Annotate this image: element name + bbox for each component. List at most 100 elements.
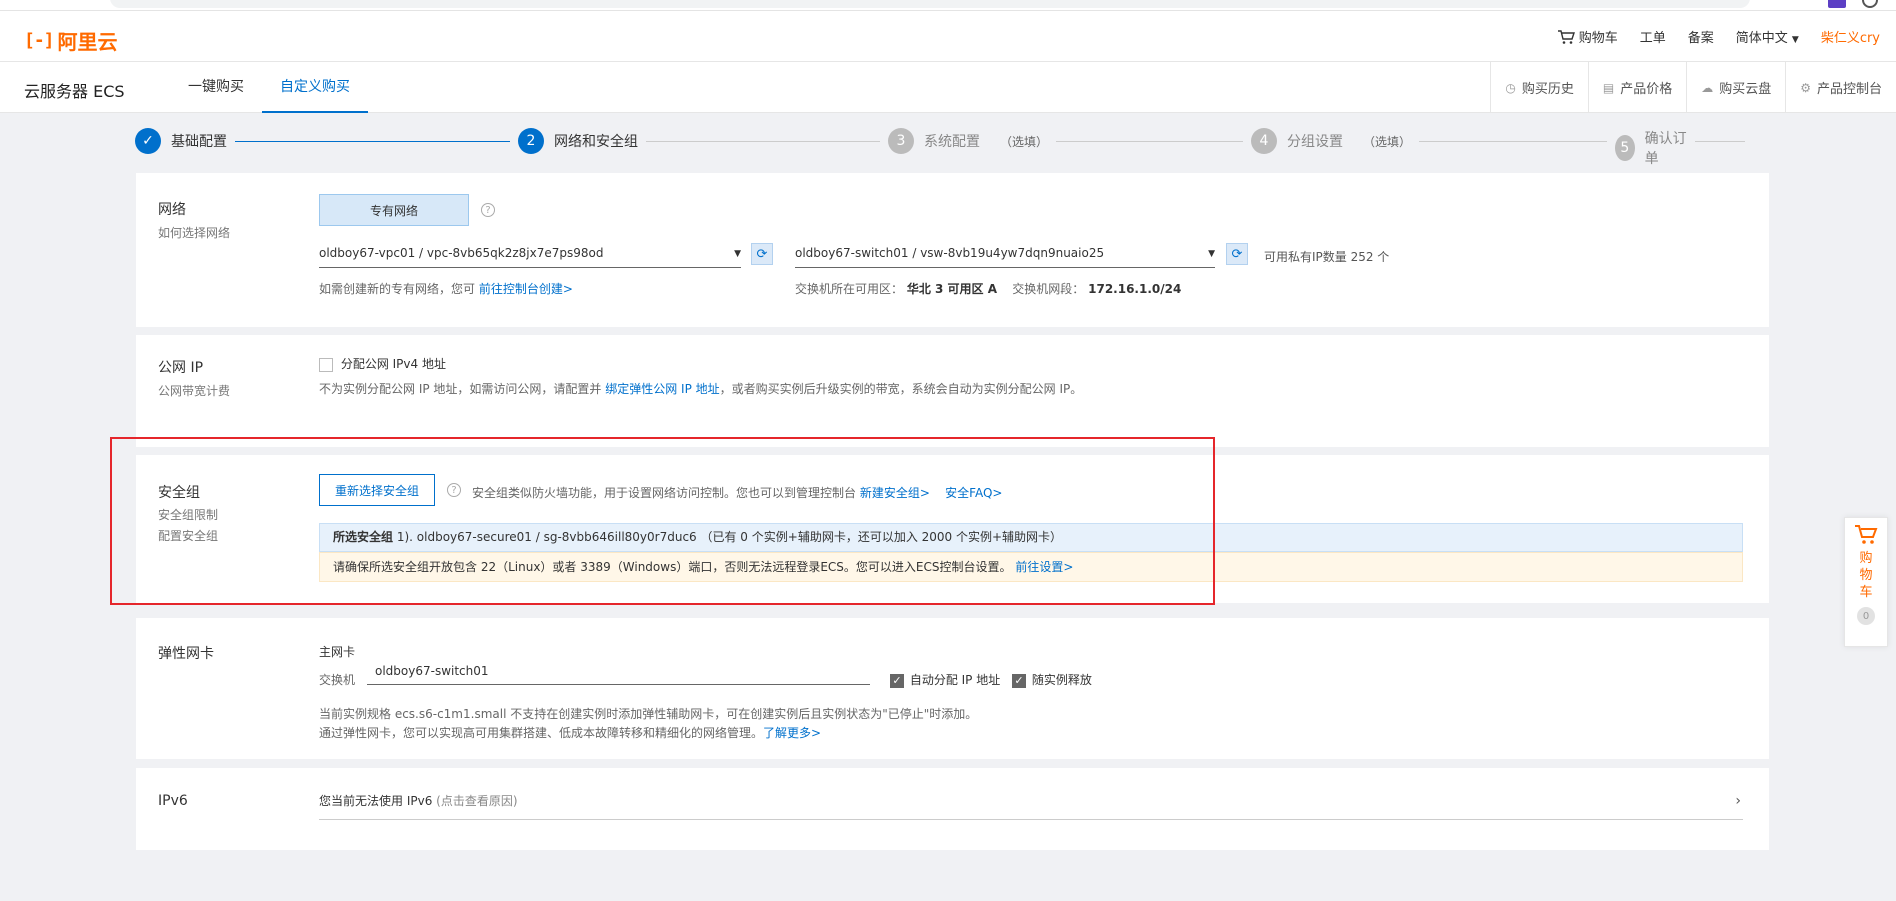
extension-icon[interactable] <box>1828 0 1846 8</box>
go-settings-link[interactable]: 前往设置> <box>1015 560 1073 574</box>
step-label: 确认订单 <box>1644 131 1687 167</box>
step-group-settings[interactable]: 4 分组设置 （选填） <box>1243 128 1420 154</box>
security-group-label: 安全组 <box>158 485 200 501</box>
bandwidth-billing-link[interactable]: 公网带宽计费 <box>158 381 230 402</box>
aliyun-logo-icon: [-] <box>24 30 54 51</box>
buy-disk-label: 购买云盘 <box>1719 82 1772 97</box>
refresh-icon[interactable]: ⟳ <box>1226 243 1248 265</box>
help-icon[interactable]: ? <box>481 203 495 217</box>
step-number: 4 <box>1251 128 1277 154</box>
eni-switch-label: 交换机 <box>319 673 356 687</box>
eni-note-benefit-text: 通过弹性网卡，您可以实现高可用集群搭建、低成本故障转移和精细化的网络管理。 <box>319 726 764 740</box>
clock-icon: ◷ <box>1505 80 1516 95</box>
language-label: 简体中文 <box>1735 31 1788 46</box>
vpc-select[interactable]: oldboy67-vpc01 / vpc-8vb65qk2z8jx7e7ps98… <box>319 242 741 268</box>
cart-count-badge: 0 <box>1857 607 1875 625</box>
selected-sg-label: 所选安全组 <box>333 530 394 544</box>
vswitch-select[interactable]: oldboy67-switch01 / vsw-8vb19u4yw7dqn9nu… <box>795 242 1215 268</box>
step-number: 3 <box>888 128 914 154</box>
step-system-config[interactable]: 3 系统配置 （选填） <box>880 128 1057 154</box>
refresh-icon[interactable]: ⟳ <box>751 243 773 265</box>
ipv6-unavailable-row[interactable]: 您当前无法使用 IPv6 (点击查看原因) › <box>319 786 1743 820</box>
language-dropdown[interactable]: 简体中文 ▼ <box>1736 27 1799 46</box>
reselect-security-group-button[interactable]: 重新选择安全组 <box>319 474 435 506</box>
network-section: 网络 如何选择网络 专有网络 ? oldboy67-vpc01 / vpc-8v… <box>136 173 1769 327</box>
tab-quick-buy[interactable]: 一键购买 <box>170 62 262 113</box>
caret-down-icon: ▼ <box>1208 249 1215 259</box>
step-confirm-order[interactable]: 5 确认订单 <box>1607 128 1695 168</box>
port-warning: 请确保所选安全组开放包含 22（Linux）或者 3389（Windows）端口… <box>319 552 1743 582</box>
cart-icon <box>1855 525 1878 544</box>
new-security-group-link[interactable]: 新建安全组> <box>860 486 930 500</box>
step-basic-config[interactable]: ✓ 基础配置 <box>135 128 235 154</box>
ipv6-label: IPv6 <box>158 793 188 809</box>
product-price-link[interactable]: ▤ 产品价格 <box>1587 62 1686 113</box>
zone-label: 交换机所在可用区： <box>795 282 904 296</box>
record-link[interactable]: 备案 <box>1688 27 1714 46</box>
product-console-link[interactable]: ⚙ 产品控制台 <box>1785 62 1896 113</box>
checkbox[interactable] <box>319 357 333 372</box>
cart-link[interactable]: 购物车 <box>1557 27 1618 46</box>
caret-down-icon: ▼ <box>734 249 741 259</box>
aliyun-logo[interactable]: [-] 阿里云 <box>24 26 118 55</box>
create-vpc-link[interactable]: 前往控制台创建> <box>479 282 573 296</box>
purchase-history-link[interactable]: ◷ 购买历史 <box>1490 62 1588 113</box>
product-console-label: 产品控制台 <box>1816 82 1882 97</box>
available-ip-count: 可用私有IP数量 252 个 <box>1264 250 1390 264</box>
release-with-instance-checkbox[interactable]: ✓ 随实例释放 <box>1012 671 1092 688</box>
bind-eip-link[interactable]: 绑定弹性公网 IP 地址 <box>605 382 719 396</box>
network-help-link[interactable]: 如何选择网络 <box>158 223 230 244</box>
product-price-label: 产品价格 <box>1620 82 1673 97</box>
top-navbar: [-] 阿里云 购物车 工单 备案 简体中文 ▼ 柴仁义cry <box>0 11 1896 62</box>
buy-disk-link[interactable]: ☁ 购买云盘 <box>1686 62 1785 113</box>
step-label: 网络和安全组 <box>554 134 638 150</box>
security-group-limit-link[interactable]: 安全组限制 <box>158 505 218 526</box>
public-ip-section: 公网 IP 公网带宽计费 分配公网 IPv4 地址 不为实例分配公网 IP 地址… <box>136 335 1769 447</box>
port-warning-text: 请确保所选安全组开放包含 22（Linux）或者 3389（Windows）端口… <box>333 560 1012 574</box>
cloud-icon: ☁ <box>1701 80 1714 95</box>
ipv6-reason-link[interactable]: (点击查看原因) <box>436 794 517 808</box>
security-group-section: 安全组 安全组限制 配置安全组 重新选择安全组 ? 安全组类似防火墙功能，用于设… <box>136 455 1769 603</box>
checked-icon[interactable]: ✓ <box>1012 673 1026 688</box>
address-bar[interactable] <box>110 0 1750 8</box>
product-title: 云服务器 ECS <box>24 82 125 101</box>
step-optional: （选填） <box>1363 134 1412 149</box>
step-connector <box>235 141 535 142</box>
ipv6-unavailable-text: 您当前无法使用 IPv6 <box>319 794 433 808</box>
security-faq-link[interactable]: 安全FAQ> <box>945 486 1002 500</box>
help-icon[interactable]: ? <box>447 483 461 497</box>
checked-icon[interactable]: ✓ <box>890 673 904 688</box>
public-ip-hint-suffix: ，或者购买实例后升级实例的带宽，系统会自动为实例分配公网 IP。 <box>719 382 1083 396</box>
selected-security-group: 所选安全组 1). oldboy67-secure01 / sg-8vbb646… <box>319 523 1743 552</box>
gear-icon: ⚙ <box>1800 80 1811 95</box>
ticket-link[interactable]: 工单 <box>1640 27 1666 46</box>
public-ip-hint-prefix: 不为实例分配公网 IP 地址，如需访问公网，请配置并 <box>319 382 606 396</box>
purchase-tabs: 一键购买 自定义购买 <box>170 62 368 113</box>
step-network-security[interactable]: 2 网络和安全组 <box>510 128 646 154</box>
eni-section: 弹性网卡 主网卡 交换机 oldboy67-switch01 ✓ 自动分配 IP… <box>136 618 1769 759</box>
assign-public-ip-checkbox[interactable]: 分配公网 IPv4 地址 <box>319 355 446 372</box>
product-subbar: 云服务器 ECS 一键购买 自定义购买 ◷ 购买历史 ▤ 产品价格 ☁ 购买云盘 ⚙ 产… <box>0 62 1896 113</box>
cart-label: 购物车 <box>1578 31 1618 46</box>
floating-cart-label: 购物车 <box>1859 551 1873 600</box>
step-label: 系统配置 <box>924 134 980 150</box>
tab-custom-buy[interactable]: 自定义购买 <box>262 62 368 113</box>
selected-sg-value: 1). oldboy67-secure01 / sg-8vbb646ill80y… <box>396 530 1063 544</box>
cidr-label: 交换机网段： <box>1012 282 1085 296</box>
learn-more-link[interactable]: 了解更多> <box>763 726 821 740</box>
eni-label: 弹性网卡 <box>158 646 214 662</box>
configure-security-group-link[interactable]: 配置安全组 <box>158 526 218 547</box>
document-icon: ▤ <box>1602 80 1615 95</box>
progress-steps: ✓ 基础配置 2 网络和安全组 3 系统配置 （选填） 4 分组设置 （选填） … <box>135 128 1745 168</box>
vpc-type-button[interactable]: 专有网络 <box>319 194 469 226</box>
step-label: 分组设置 <box>1287 134 1343 150</box>
auto-ip-checkbox[interactable]: ✓ 自动分配 IP 地址 <box>890 671 1000 688</box>
network-label: 网络 <box>158 202 186 218</box>
user-name[interactable]: 柴仁义cry <box>1821 27 1880 46</box>
floating-cart[interactable]: 购物车 0 <box>1844 517 1888 647</box>
release-with-instance-label: 随实例释放 <box>1031 673 1092 687</box>
profile-icon[interactable] <box>1862 0 1878 8</box>
eni-note-benefit: 通过弹性网卡，您可以实现高可用集群搭建、低成本故障转移和精细化的网络管理。了解更… <box>319 724 821 741</box>
logo-text: 阿里云 <box>57 30 118 54</box>
ipv6-section: IPv6 您当前无法使用 IPv6 (点击查看原因) › <box>136 768 1769 850</box>
